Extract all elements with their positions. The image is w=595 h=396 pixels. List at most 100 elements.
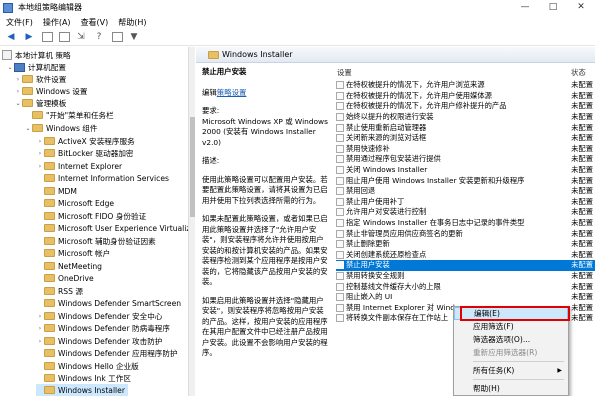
tree-item[interactable]: › Windows Defender 攻击防护 [36,335,163,347]
export-list-icon[interactable]: ⇲ [74,31,88,44]
tree-computer-config[interactable]: ⌄ 计算机配置 [6,61,66,73]
tree-item[interactable]: Windows Hello 企业版 [36,360,139,372]
expand-icon[interactable]: › [14,88,22,95]
setting-row[interactable]: 始终以提升的权限进行安装 未配置 [336,112,595,123]
tree-item[interactable]: OneDrive [36,272,94,284]
tree-item[interactable]: Microsoft 辅助身份验证因素 [36,235,156,247]
setting-name: 指定 Windows Installer 在事务日志中记录的事件类型 [346,218,525,228]
collapse-icon[interactable]: ⌄ [6,64,14,71]
policy-setting-icon [336,208,344,217]
menu-help[interactable]: 帮助(H) [118,17,146,28]
help-icon[interactable]: ? [92,31,106,44]
tree-item[interactable]: MDM [36,185,77,197]
expand-icon[interactable]: › [36,150,44,157]
setting-row[interactable]: 指定 Windows Installer 在事务日志中记录的事件类型 未配置 [336,218,595,229]
minimize-button[interactable]: — [511,0,539,15]
menu-item-filter-options[interactable]: 筛选器选项(O)... [454,333,568,346]
setting-state: 未配置 [571,207,593,217]
maximize-button[interactable]: □ [539,0,567,15]
setting-name: 关闭 Windows Installer [346,165,428,175]
tree-scrollbar[interactable] [188,47,195,396]
tree-item[interactable]: › Internet Explorer [36,160,122,172]
setting-row[interactable]: 禁用通过程序包安装进行提供 未配置 [336,154,595,165]
column-header-state[interactable]: 状态 [571,67,586,79]
expand-icon[interactable]: › [36,138,44,145]
setting-name: 在特权被提升的情况下，允许用户使用媒体源 [346,90,492,100]
tree-item[interactable]: › Windows Defender 安全中心 [36,310,163,322]
collapse-icon[interactable]: ⌄ [24,125,32,132]
tree-item-windows-installer[interactable]: Windows Installer [36,384,128,396]
tree-item[interactable]: Microsoft FIDO 身份验证 [36,210,146,222]
menu-item-help[interactable]: 帮助(H) [454,382,568,395]
forward-arrow-icon[interactable]: ▶ [22,31,36,44]
expand-icon[interactable]: › [36,338,44,345]
setting-row[interactable]: 禁用快速修补 未配置 [336,144,595,155]
setting-row[interactable]: 禁止非管理员应用供应商签名的更新 未配置 [336,228,595,239]
tree-software-settings[interactable]: › 软件设置 [14,73,67,85]
menu-view[interactable]: 查看(V) [81,17,109,28]
tree-item[interactable]: Windows Ink 工作区 [36,372,131,384]
tree-root[interactable]: 本地计算机 策略 [2,49,71,61]
setting-row[interactable]: 禁用转换安全规则 未配置 [336,271,595,282]
setting-row[interactable]: 在特权被提升的情况下，允许用户修补提升的产品 未配置 [336,101,595,112]
collapse-icon[interactable]: ⌄ [14,100,22,107]
filter-icon[interactable]: ▼ [127,31,141,44]
tree-item[interactable]: Microsoft 帐户 [36,247,110,259]
setting-row[interactable]: 关闭创建系统还原检查点 未配置 [336,250,595,261]
menu-file[interactable]: 文件(F) [6,17,33,28]
setting-row[interactable]: 阻止嵌入的 UI 未配置 [336,292,595,303]
expand-icon[interactable]: › [36,325,44,332]
setting-name: 禁止非管理员应用供应商签名的更新 [346,228,463,238]
folder-icon [208,50,219,59]
column-header-setting[interactable]: 设置 [337,67,352,79]
tree-item[interactable]: RSS 源 [36,285,83,297]
folder-icon [44,137,55,145]
setting-row[interactable]: 关闭 Windows Installer 未配置 [336,165,595,176]
edit-policy-link[interactable]: 策略设置 [217,88,247,97]
setting-row[interactable]: 禁用回退 未配置 [336,186,595,197]
menu-action[interactable]: 操作(A) [43,17,71,28]
menu-item-apply-filter[interactable]: 应用筛选(F) [454,320,568,333]
menu-item-all-tasks[interactable]: 所有任务(K) ▶ [454,364,568,377]
policy-setting-icon [336,81,344,90]
tree-windows-components[interactable]: ⌄ Windows 组件 [24,122,97,134]
properties-icon[interactable] [59,32,70,42]
back-arrow-icon[interactable]: ◀ [4,31,18,44]
close-button[interactable]: ✕ [567,0,595,15]
folder-icon [44,362,55,370]
setting-row[interactable]: 禁止用户使用补丁 未配置 [336,197,595,208]
menu-item-reapply-filter: 重新应用筛选器(R) [473,348,538,357]
tree-item[interactable]: › BitLocker 驱动器加密 [36,147,134,159]
tree-item[interactable]: Internet Information Services [36,172,169,184]
setting-row[interactable]: 关闭新来源的浏览对话框 未配置 [336,133,595,144]
setting-row[interactable]: 允许用户对安装进行控制 未配置 [336,207,595,218]
tree-item[interactable]: Microsoft Edge [36,197,114,209]
policy-icon [2,50,12,60]
tree-admin-templates[interactable]: ⌄ 管理模板 [14,97,66,109]
scrollbar-thumb[interactable] [190,117,195,217]
expand-icon[interactable]: › [36,163,44,170]
tree-windows-settings[interactable]: › Windows 设置 [14,85,88,97]
folder-icon [44,287,55,295]
setting-row[interactable]: 在特权被提升的情况下，允许用户使用媒体源 未配置 [336,91,595,102]
tree-item[interactable]: Windows Defender 应用程序防护 [36,347,178,359]
setting-name: 关闭新来源的浏览对话框 [346,133,427,143]
tree-item[interactable]: › Windows Defender 防病毒程序 [36,322,170,334]
setting-row[interactable]: 控制基线文件缓存大小的上限 未配置 [336,281,595,292]
tree-item[interactable]: › ActiveX 安装程序服务 [36,135,135,147]
tree-start-menu[interactable]: "开始"菜单和任务栏 [24,109,114,121]
tree-item[interactable]: NetMeeting [36,260,102,272]
tree-item[interactable]: Microsoft User Experience Virtualiz [36,222,188,234]
view-icon[interactable] [112,32,123,42]
show-hide-tree-icon[interactable] [42,32,53,42]
expand-icon[interactable]: › [36,313,44,320]
expand-icon[interactable]: › [14,76,22,83]
setting-row[interactable]: 禁止用户安装 未配置 [336,260,595,271]
setting-state: 未配置 [571,196,593,206]
policy-setting-icon [336,176,344,185]
setting-row[interactable]: 禁止使用重新启动管理器 未配置 [336,122,595,133]
setting-row[interactable]: 在特权被提升的情况下，允许用户浏览来源 未配置 [336,80,595,91]
setting-row[interactable]: 阻止用户使用 Windows Installer 安装更新和升级程序 未配置 [336,175,595,186]
setting-row[interactable]: 禁止删除更新 未配置 [336,239,595,250]
tree-item[interactable]: Windows Defender SmartScreen [36,297,181,309]
